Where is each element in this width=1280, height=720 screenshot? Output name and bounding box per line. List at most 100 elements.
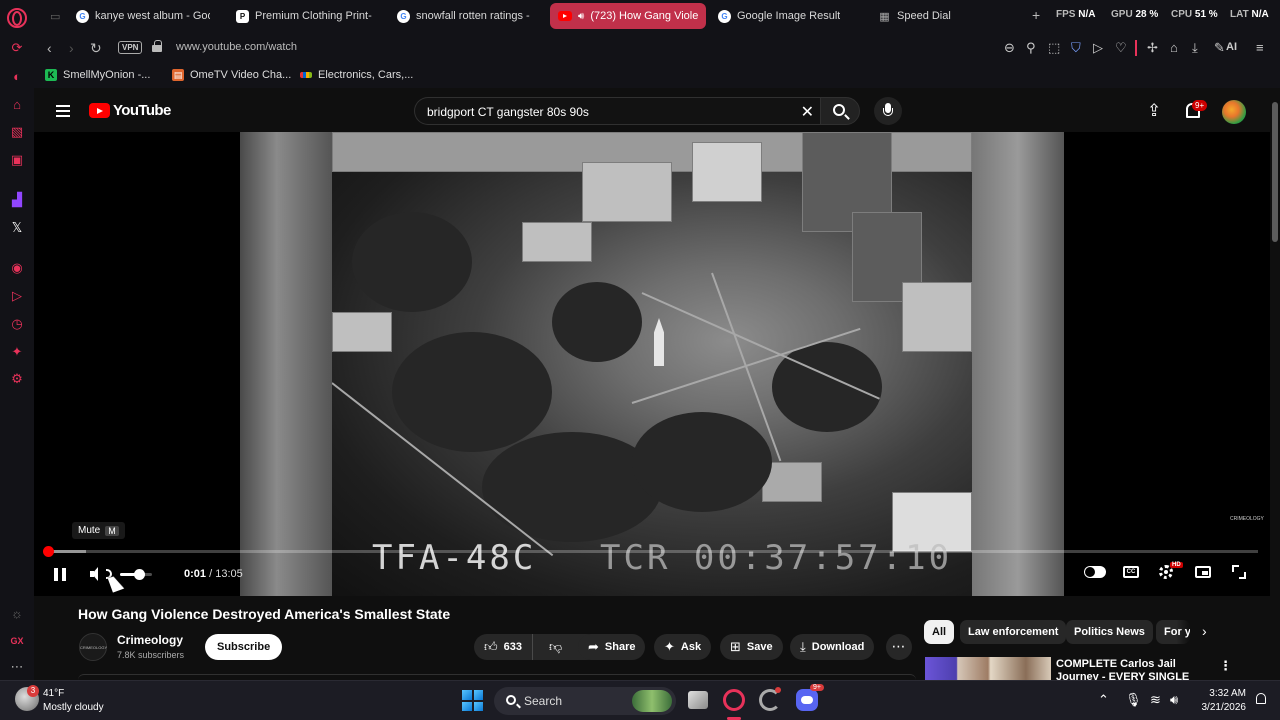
tray-chevron-up-icon[interactable]: ⌃ <box>1098 692 1109 708</box>
upload-icon[interactable]: ⇪ <box>1147 101 1161 121</box>
voice-search-mic-icon[interactable] <box>874 97 902 125</box>
messenger-icon[interactable]: ▣ <box>8 151 26 169</box>
aria-ai-icon[interactable]: ✎ <box>1214 40 1225 56</box>
volume-handle[interactable] <box>134 569 145 580</box>
theater-mode-icon[interactable] <box>1195 566 1211 578</box>
shield-icon[interactable]: ⛉ <box>1071 40 1081 56</box>
chip-for-you[interactable]: For y <box>1156 620 1190 644</box>
microphone-icon[interactable]: 🎙︎ <box>1125 692 1142 708</box>
reload-icon[interactable]: ↻ <box>90 40 102 57</box>
tab-pinned[interactable]: ▭ <box>42 3 62 29</box>
captions-icon[interactable]: CC <box>1123 566 1139 578</box>
play-icon[interactable]: ▷ <box>1093 40 1103 56</box>
fullscreen-icon[interactable] <box>1232 565 1246 579</box>
opera-logo-icon[interactable] <box>7 8 27 28</box>
ai-label[interactable]: AI <box>1226 41 1237 53</box>
video-player[interactable]: TFA-48C TCR 00:37:57:10 CRIMEOLOGY Mute … <box>34 132 1270 596</box>
opera-taskbar-icon[interactable] <box>723 689 745 711</box>
aria-icon[interactable]: ◐ <box>8 67 26 85</box>
volume-icon[interactable]: 🔊︎ <box>1170 692 1178 708</box>
new-tab-plus-icon[interactable]: + <box>1032 7 1040 23</box>
weather-temp[interactable]: 41°F <box>43 688 64 699</box>
taskbar-search[interactable]: Search <box>494 687 676 715</box>
notification-bell-icon[interactable] <box>1255 693 1267 707</box>
bookmark-ometv[interactable]: ▤ OmeTV Video Cha... <box>172 69 291 81</box>
bookmark-electronics[interactable]: Electronics, Cars,... <box>300 69 413 81</box>
pause-icon[interactable] <box>54 568 66 581</box>
forward-arrow-icon[interactable]: › <box>69 40 74 56</box>
like-button[interactable]: 👍︎ 633 <box>474 634 533 660</box>
tab-premium-clothing[interactable]: P Premium Clothing Print-on <box>228 3 380 29</box>
pin-icon[interactable]: ⚲ <box>1026 40 1036 56</box>
extensions-icon[interactable]: ✦ <box>8 343 26 361</box>
save-button[interactable]: ⊞ Save <box>720 634 783 660</box>
easy-setup-icon[interactable]: ≡ <box>1256 40 1264 55</box>
tab-kanye[interactable]: G kanye west album - Goog <box>68 3 218 29</box>
recommendation-thumbnail[interactable] <box>925 657 1051 680</box>
speaker-icon[interactable]: 🔊︎ <box>578 11 584 22</box>
back-arrow-icon[interactable]: ‹ <box>47 40 52 56</box>
search-button[interactable] <box>820 97 860 125</box>
zoom-out-icon[interactable]: ⊖ <box>1004 40 1015 56</box>
gx-icon[interactable]: GX <box>8 632 26 650</box>
discord-taskbar-icon[interactable] <box>796 689 818 711</box>
channel-avatar[interactable]: CRIMEOLOGY <box>79 633 107 661</box>
chip-politics-news[interactable]: Politics News <box>1066 620 1153 644</box>
bookmark-smellmyonion[interactable]: K SmellMyOnion -... <box>45 69 150 81</box>
chevron-right-icon[interactable]: › <box>1202 623 1207 639</box>
subscribe-button[interactable]: Subscribe <box>205 634 283 660</box>
player-icon[interactable]: ◉ <box>8 259 26 277</box>
channel-name[interactable]: Crimeology <box>117 633 183 647</box>
chip-all[interactable]: All <box>924 620 955 644</box>
snapshot-icon[interactable]: ⬚ <box>1048 40 1060 56</box>
heart-icon[interactable]: ♡ <box>1115 40 1127 56</box>
pinboard-icon[interactable]: ▧ <box>8 123 26 141</box>
search-input[interactable]: bridgport CT gangster 80s 90s ✕ <box>414 97 820 125</box>
tab-speed-dial[interactable]: ▦ Speed Dial <box>870 3 1020 29</box>
wifi-icon[interactable]: ≋ <box>1150 692 1161 708</box>
volume-speaker-icon[interactable] <box>90 567 104 581</box>
settings-gear-icon[interactable]: ⚙ <box>8 370 26 388</box>
dislike-button[interactable]: 👎︎ <box>539 634 572 660</box>
progress-bar[interactable] <box>43 546 1258 557</box>
volume-slider[interactable] <box>120 569 152 580</box>
channel-watermark[interactable]: CRIMEOLOGY <box>1230 512 1264 526</box>
wallet-icon[interactable]: ⌂ <box>1170 40 1178 55</box>
download-icon[interactable]: ⤓ <box>1192 40 1198 56</box>
clear-icon[interactable]: ✕ <box>801 102 814 122</box>
tab-google-image[interactable]: G Google Image Result <box>710 3 862 29</box>
lock-icon[interactable] <box>152 40 162 52</box>
recommendation-title[interactable]: COMPLETE Carlos Jail Journey - EVERY SIN… <box>1056 658 1218 680</box>
ask-button[interactable]: ✦ Ask <box>654 634 712 660</box>
share-button[interactable]: ➦ Share <box>578 634 646 660</box>
twitch-icon[interactable]: ▟ <box>8 191 26 209</box>
history-icon[interactable]: ◷ <box>8 315 26 333</box>
download-button[interactable]: ⤓ Download <box>790 634 875 660</box>
vpn-badge[interactable]: VPN <box>118 41 143 54</box>
refresh-sync-icon[interactable]: ⟳ <box>8 39 26 57</box>
menu-hamburger-icon[interactable] <box>56 105 70 117</box>
youtube-logo[interactable]: YouTube <box>89 102 171 119</box>
weather-desc[interactable]: Mostly cloudy <box>43 702 104 713</box>
file-explorer-icon[interactable] <box>688 691 708 709</box>
send-icon[interactable]: ▷ <box>8 287 26 305</box>
tab-snowfall[interactable]: G snowfall rotten ratings - G <box>389 3 541 29</box>
sidebar-misc-icon[interactable]: ☼ <box>8 604 26 622</box>
more-actions-icon[interactable]: ⋯ <box>886 634 912 660</box>
scrollbar-thumb[interactable] <box>1272 102 1278 242</box>
windows-start-icon[interactable] <box>462 690 483 711</box>
x-twitter-icon[interactable]: 𝕏 <box>8 219 26 237</box>
clock-time[interactable]: 3:32 AM <box>1204 688 1246 699</box>
autoplay-toggle[interactable] <box>1084 566 1106 578</box>
clock-date[interactable]: 3/21/2026 <box>1196 702 1247 713</box>
chip-law-enforcement[interactable]: Law enforcement <box>960 620 1067 644</box>
scrubber-handle[interactable] <box>43 546 54 557</box>
url-field[interactable]: www.youtube.com/watch <box>176 41 297 53</box>
extensions-puzzle-icon[interactable]: ✢ <box>1147 40 1158 56</box>
account-avatar[interactable] <box>1222 100 1246 124</box>
shop-icon[interactable]: ⌂ <box>8 95 26 113</box>
recommendation-menu-icon[interactable]: ⋮ <box>1219 658 1232 674</box>
tab-youtube-active[interactable]: 🔊︎ (723) How Gang Viole <box>550 3 706 29</box>
page-scrollbar[interactable] <box>1270 88 1280 680</box>
sidebar-more-icon[interactable]: ⋯ <box>8 658 26 676</box>
